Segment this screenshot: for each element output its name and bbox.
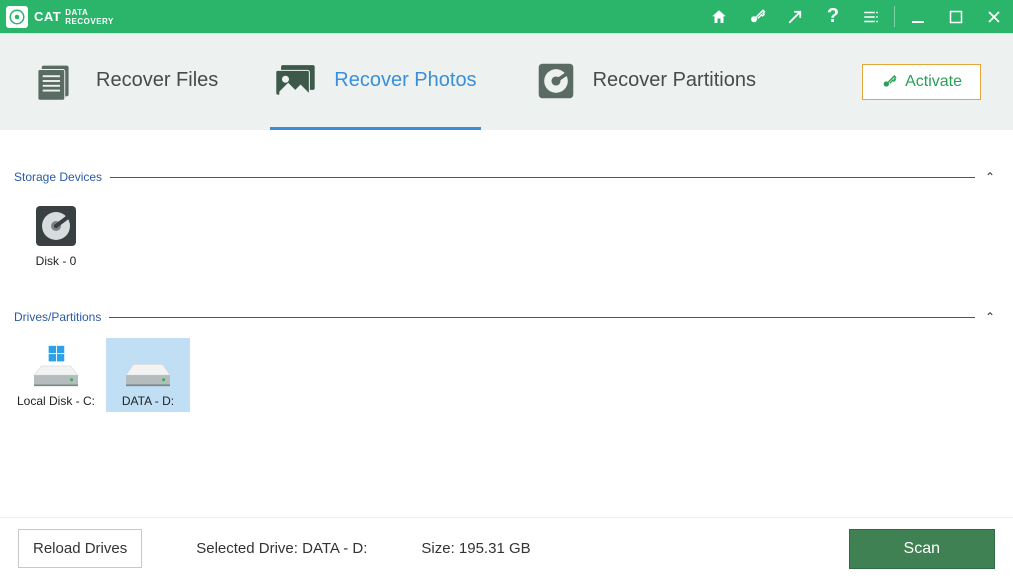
logo-mark (6, 6, 28, 28)
drive-item-c[interactable]: Local Disk - C: (14, 338, 98, 412)
section-title: Storage Devices (14, 170, 102, 184)
maximize-icon[interactable] (937, 0, 975, 33)
item-label: Disk - 0 (36, 254, 77, 268)
help-icon[interactable]: ? (814, 0, 852, 33)
tab-label: Recover Files (96, 69, 218, 92)
activate-label: Activate (905, 73, 962, 91)
item-label: Local Disk - C: (17, 394, 95, 408)
drive-item-d[interactable]: DATA - D: (106, 338, 190, 412)
drive-icon (26, 344, 86, 388)
storage-items: Disk - 0 (14, 194, 999, 278)
section-storage-header: Storage Devices ⌃ (14, 166, 999, 188)
tab-recover-photos[interactable]: Recover Photos (270, 34, 480, 130)
item-label: DATA - D: (122, 394, 174, 408)
logo: CAT DATA RECOVERY (0, 0, 114, 33)
key-icon[interactable] (738, 0, 776, 33)
selected-drive-status: Selected Drive: DATA - D: (196, 540, 367, 557)
disk-icon (34, 204, 78, 248)
tab-recover-files[interactable]: Recover Files (32, 34, 222, 130)
section-partitions-header: Drives/Partitions ⌃ (14, 306, 999, 328)
titlebar: CAT DATA RECOVERY ? (0, 0, 1013, 33)
titlebar-actions: ? (700, 0, 1013, 33)
reload-drives-button[interactable]: Reload Drives (18, 529, 142, 568)
main-toolbar: Recover Files Recover Photos Recover Par… (0, 33, 1013, 130)
close-icon[interactable] (975, 0, 1013, 33)
home-icon[interactable] (700, 0, 738, 33)
minimize-icon[interactable] (899, 0, 937, 33)
content-area: Storage Devices ⌃ Disk - 0 Drives/Partit… (0, 130, 1013, 517)
scan-button[interactable]: Scan (849, 529, 995, 569)
key-icon (881, 74, 897, 90)
brand-name: CAT (34, 9, 61, 24)
size-status: Size: 195.31 GB (421, 540, 530, 557)
menu-icon[interactable] (852, 0, 890, 33)
section-title: Drives/Partitions (14, 310, 101, 324)
tab-label: Recover Photos (334, 69, 476, 92)
files-icon (36, 61, 82, 101)
brand-sub1: DATA (65, 8, 114, 17)
collapse-icon[interactable]: ⌃ (981, 166, 999, 188)
footer: Reload Drives Selected Drive: DATA - D: … (0, 517, 1013, 579)
brand-sub2: RECOVERY (65, 17, 114, 26)
tab-label: Recover Partitions (593, 69, 756, 92)
tab-recover-partitions[interactable]: Recover Partitions (529, 34, 760, 130)
collapse-icon[interactable]: ⌃ (981, 306, 999, 328)
partitions-icon (533, 61, 579, 101)
partition-items: Local Disk - C: DATA - D: (14, 334, 999, 418)
photos-icon (274, 61, 320, 101)
activate-button[interactable]: Activate (862, 64, 981, 100)
share-icon[interactable] (776, 0, 814, 33)
disk-item[interactable]: Disk - 0 (14, 198, 98, 272)
drive-icon (118, 344, 178, 388)
